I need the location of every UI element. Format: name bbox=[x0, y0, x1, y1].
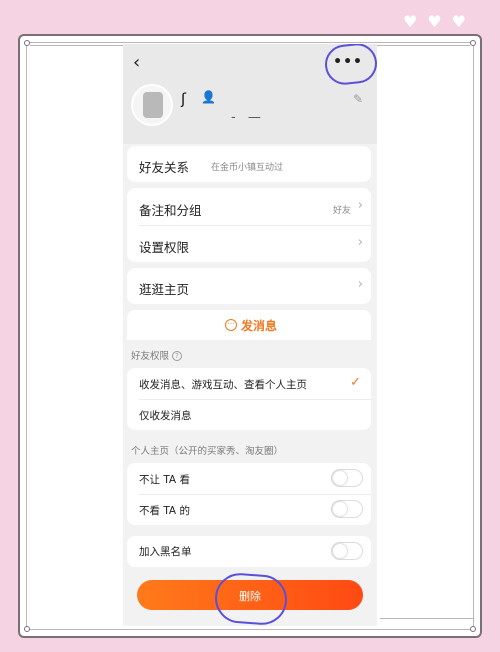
permission-option-label: 仅收发消息 bbox=[139, 410, 192, 422]
remarks-row[interactable]: 备注和分组 好友 › bbox=[127, 188, 371, 225]
dont-see-toggle[interactable] bbox=[331, 500, 363, 518]
toggle-knob bbox=[333, 502, 347, 516]
friend-permission-title-text: 好友权限 bbox=[131, 351, 170, 362]
username-tail: ‑ — bbox=[231, 110, 265, 125]
settings-card: 备注和分组 好友 › 设置权限 › bbox=[127, 188, 371, 262]
permission-option-label: 收发消息、游戏互动、查看个人主页 bbox=[139, 379, 307, 391]
check-icon: ✓ bbox=[350, 375, 361, 390]
avatar-blur bbox=[143, 92, 163, 118]
hearts-decoration: ♥ ♥ ♥ bbox=[403, 14, 466, 30]
hide-from-label: 不让 TA 看 bbox=[139, 474, 190, 486]
frame-corner-dot bbox=[470, 40, 476, 46]
permission-label: 设置权限 bbox=[139, 240, 190, 255]
heart-icon: ♥ bbox=[451, 12, 466, 31]
chevron-right-icon: › bbox=[357, 235, 363, 250]
personal-home-card: 不让 TA 看 不看 TA 的 bbox=[127, 463, 371, 525]
blacklist-label: 加入黑名单 bbox=[139, 546, 192, 558]
remarks-label: 备注和分组 bbox=[139, 203, 202, 218]
dont-see-label: 不看 TA 的 bbox=[139, 505, 190, 517]
dont-see-row: 不看 TA 的 bbox=[127, 494, 371, 525]
blacklist-card: 加入黑名单 bbox=[127, 536, 371, 567]
annotation-circle bbox=[213, 571, 289, 626]
person-badge-icon: 👤 bbox=[201, 90, 216, 104]
username-fragment: ʃ bbox=[181, 90, 187, 108]
permission-option-full[interactable]: 收发消息、游戏互动、查看个人主页 ✓ bbox=[127, 368, 371, 399]
avatar[interactable] bbox=[131, 84, 173, 126]
frame-corner-dot bbox=[24, 626, 30, 632]
hide-from-toggle[interactable] bbox=[331, 469, 363, 487]
chevron-right-icon: › bbox=[357, 277, 363, 292]
friend-relation-label: 好友关系 bbox=[139, 160, 190, 175]
heart-icon: ♥ bbox=[427, 12, 442, 31]
frame-corner-dot bbox=[24, 40, 30, 46]
toggle-knob bbox=[333, 544, 347, 558]
question-mark-icon[interactable]: ? bbox=[172, 351, 183, 361]
friend-relation-card: 好友关系 在金币小镇互动过 bbox=[127, 146, 371, 182]
phone-screen: ‹ ••• ʃ 👤 ‑ — ✎ 好友关系 在金币小镇互动过 备注和分组 好友 ›… bbox=[123, 44, 377, 626]
permission-options-card: 收发消息、游戏互动、查看个人主页 ✓ 仅收发消息 bbox=[127, 368, 371, 430]
send-message-button[interactable]: ··· 发消息 bbox=[127, 310, 371, 340]
friend-relation-sub: 在金币小镇互动过 bbox=[211, 163, 284, 173]
send-message-label: 发消息 bbox=[241, 319, 278, 333]
chat-bubble-icon: ··· bbox=[225, 319, 237, 331]
visit-home-label: 逛逛主页 bbox=[139, 282, 190, 297]
toggle-knob bbox=[333, 471, 347, 485]
personal-home-title: 个人主页（公开的买家秀、淘友圈） bbox=[131, 446, 284, 457]
hide-from-row: 不让 TA 看 bbox=[127, 463, 371, 494]
friend-permission-title: 好友权限? bbox=[131, 348, 183, 362]
remarks-value: 好友 bbox=[332, 206, 351, 216]
pencil-icon[interactable]: ✎ bbox=[353, 92, 363, 106]
heart-icon: ♥ bbox=[402, 12, 418, 31]
permission-option-message-only[interactable]: 仅收发消息 bbox=[127, 399, 371, 430]
chevron-left-icon[interactable]: ‹ bbox=[133, 52, 140, 73]
frame-line bbox=[380, 618, 474, 619]
chevron-right-icon: › bbox=[357, 198, 363, 213]
visit-home-card[interactable]: 逛逛主页 › bbox=[127, 268, 371, 304]
blacklist-toggle[interactable] bbox=[331, 542, 363, 560]
permission-row[interactable]: 设置权限 › bbox=[127, 225, 371, 262]
frame-corner-dot bbox=[470, 626, 476, 632]
